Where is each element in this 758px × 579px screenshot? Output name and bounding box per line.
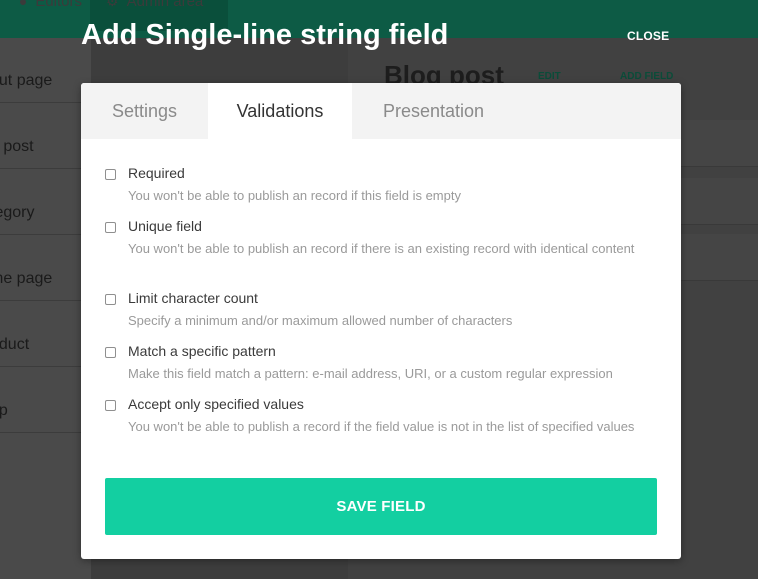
background-row bbox=[681, 178, 758, 225]
nav-editors: ● Editors bbox=[0, 0, 88, 31]
length-checkbox[interactable] bbox=[105, 294, 116, 305]
background-row bbox=[681, 234, 758, 281]
close-button[interactable]: CLOSE bbox=[627, 29, 669, 43]
validation-description: You won't be able to publish an record i… bbox=[128, 241, 635, 256]
sidebar-item: out page bbox=[0, 38, 91, 103]
unique-checkbox[interactable] bbox=[105, 222, 116, 233]
tab-validations[interactable]: Validations bbox=[208, 83, 352, 139]
background-add-field-link: ADD FIELD bbox=[620, 71, 674, 82]
required-checkbox[interactable] bbox=[105, 169, 116, 180]
sidebar-item: pp bbox=[0, 368, 91, 433]
modal-title: Add Single-line string field bbox=[81, 19, 449, 51]
tab-presentation[interactable]: Presentation bbox=[352, 83, 515, 139]
gear-icon: ⚙ bbox=[106, 0, 119, 9]
validation-label[interactable]: Limit character count bbox=[128, 290, 258, 306]
validation-description: Specify a minimum and/or maximum allowed… bbox=[128, 313, 513, 328]
validation-description: Make this field match a pattern: e-mail … bbox=[128, 366, 613, 381]
user-icon: ● bbox=[18, 0, 28, 9]
validation-label[interactable]: Accept only specified values bbox=[128, 396, 304, 412]
background-row bbox=[681, 120, 758, 167]
sidebar-item: oduct bbox=[0, 302, 91, 367]
enum-checkbox[interactable] bbox=[105, 400, 116, 411]
validation-description: You won't be able to publish an record i… bbox=[128, 188, 461, 203]
sidebar-item: me page bbox=[0, 236, 91, 301]
validation-label[interactable]: Unique field bbox=[128, 218, 202, 234]
background-edit-link: EDIT bbox=[538, 71, 561, 82]
sidebar-item: g post bbox=[0, 104, 91, 169]
sidebar: out page g post tegory me page oduct pp bbox=[0, 38, 91, 579]
field-modal: Settings Validations Presentation Requir… bbox=[81, 83, 681, 559]
nav-editors-label: Editors bbox=[35, 0, 82, 10]
validation-description: You won't be able to publish a record if… bbox=[128, 419, 635, 434]
nav-admin-label: Admin area bbox=[126, 0, 204, 10]
tab-bar: Settings Validations Presentation bbox=[81, 83, 681, 139]
save-field-button[interactable]: SAVE FIELD bbox=[105, 478, 657, 535]
sidebar-item: tegory bbox=[0, 170, 91, 235]
pattern-checkbox[interactable] bbox=[105, 347, 116, 358]
validation-label[interactable]: Match a specific pattern bbox=[128, 343, 276, 359]
tab-settings[interactable]: Settings bbox=[81, 83, 208, 139]
validation-label[interactable]: Required bbox=[128, 165, 185, 181]
